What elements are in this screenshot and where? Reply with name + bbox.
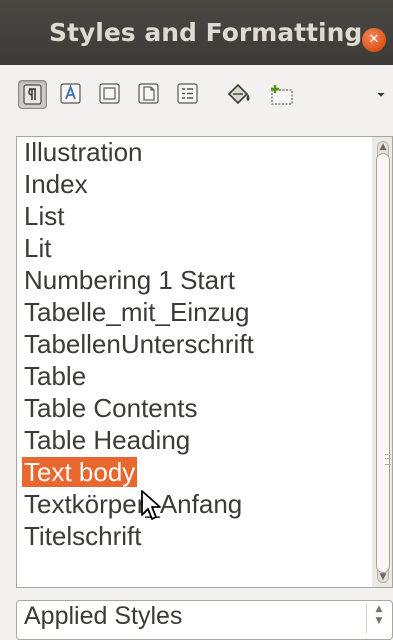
vertical-scrollbar[interactable]: ▲ ▼ [372, 137, 392, 587]
grip-icon [385, 454, 391, 465]
character-styles-button[interactable] [58, 81, 84, 107]
style-filter-value: Applied Styles [24, 602, 183, 630]
paragraph-styles-icon [23, 84, 42, 105]
list-item[interactable]: Tabelle_mit_Einzug [22, 297, 251, 327]
list-styles-icon [177, 83, 198, 104]
chevron-down-icon [377, 92, 385, 97]
style-filter-select[interactable]: Applied Styles ▲ ▼ [16, 600, 393, 640]
close-icon[interactable]: ✕ [362, 28, 386, 52]
toolbar-more-button[interactable] [374, 81, 388, 107]
page-styles-button[interactable] [136, 81, 162, 107]
list-item[interactable]: Table [22, 361, 88, 391]
scroll-down-icon[interactable]: ▼ [377, 571, 389, 583]
frame-styles-icon [99, 83, 120, 104]
window-title: Styles and Formatting [49, 18, 363, 47]
list-item[interactable]: Textkörper_Anfang [22, 489, 244, 519]
character-styles-icon [60, 83, 81, 104]
paragraph-styles-button[interactable] [18, 80, 47, 109]
list-item[interactable]: Table Contents [22, 393, 199, 423]
title-bar: Styles and Formatting ✕ [0, 0, 393, 65]
paint-bucket-icon [227, 83, 250, 105]
page-styles-icon [138, 83, 159, 104]
list-item[interactable]: Lit [22, 233, 53, 263]
styles-list[interactable]: Illustration Index List Lit Numbering 1 … [16, 136, 393, 588]
list-item[interactable]: List [22, 201, 66, 231]
list-styles-button[interactable] [175, 81, 201, 107]
list-item[interactable]: Index [22, 169, 90, 199]
fill-format-mode-button[interactable] [224, 81, 254, 107]
toolbar [0, 65, 393, 127]
scrollbar-thumb[interactable] [376, 153, 391, 573]
list-item[interactable]: Titelschrift [22, 521, 144, 551]
list-item-selected[interactable]: Text body [22, 457, 138, 487]
list-item[interactable]: Table Heading [22, 425, 192, 455]
mouse-pointer-icon [141, 490, 161, 520]
new-style-icon [271, 85, 293, 105]
new-style-button[interactable] [266, 81, 300, 107]
list-item[interactable]: Illustration [22, 137, 145, 167]
frame-styles-button[interactable] [97, 81, 123, 107]
list-item[interactable]: TabellenUnterschrift [22, 329, 256, 359]
list-item[interactable]: Numbering 1 Start [22, 265, 237, 295]
scroll-up-icon[interactable]: ▲ [377, 141, 389, 153]
updown-arrows-icon[interactable]: ▲ ▼ [366, 603, 391, 633]
